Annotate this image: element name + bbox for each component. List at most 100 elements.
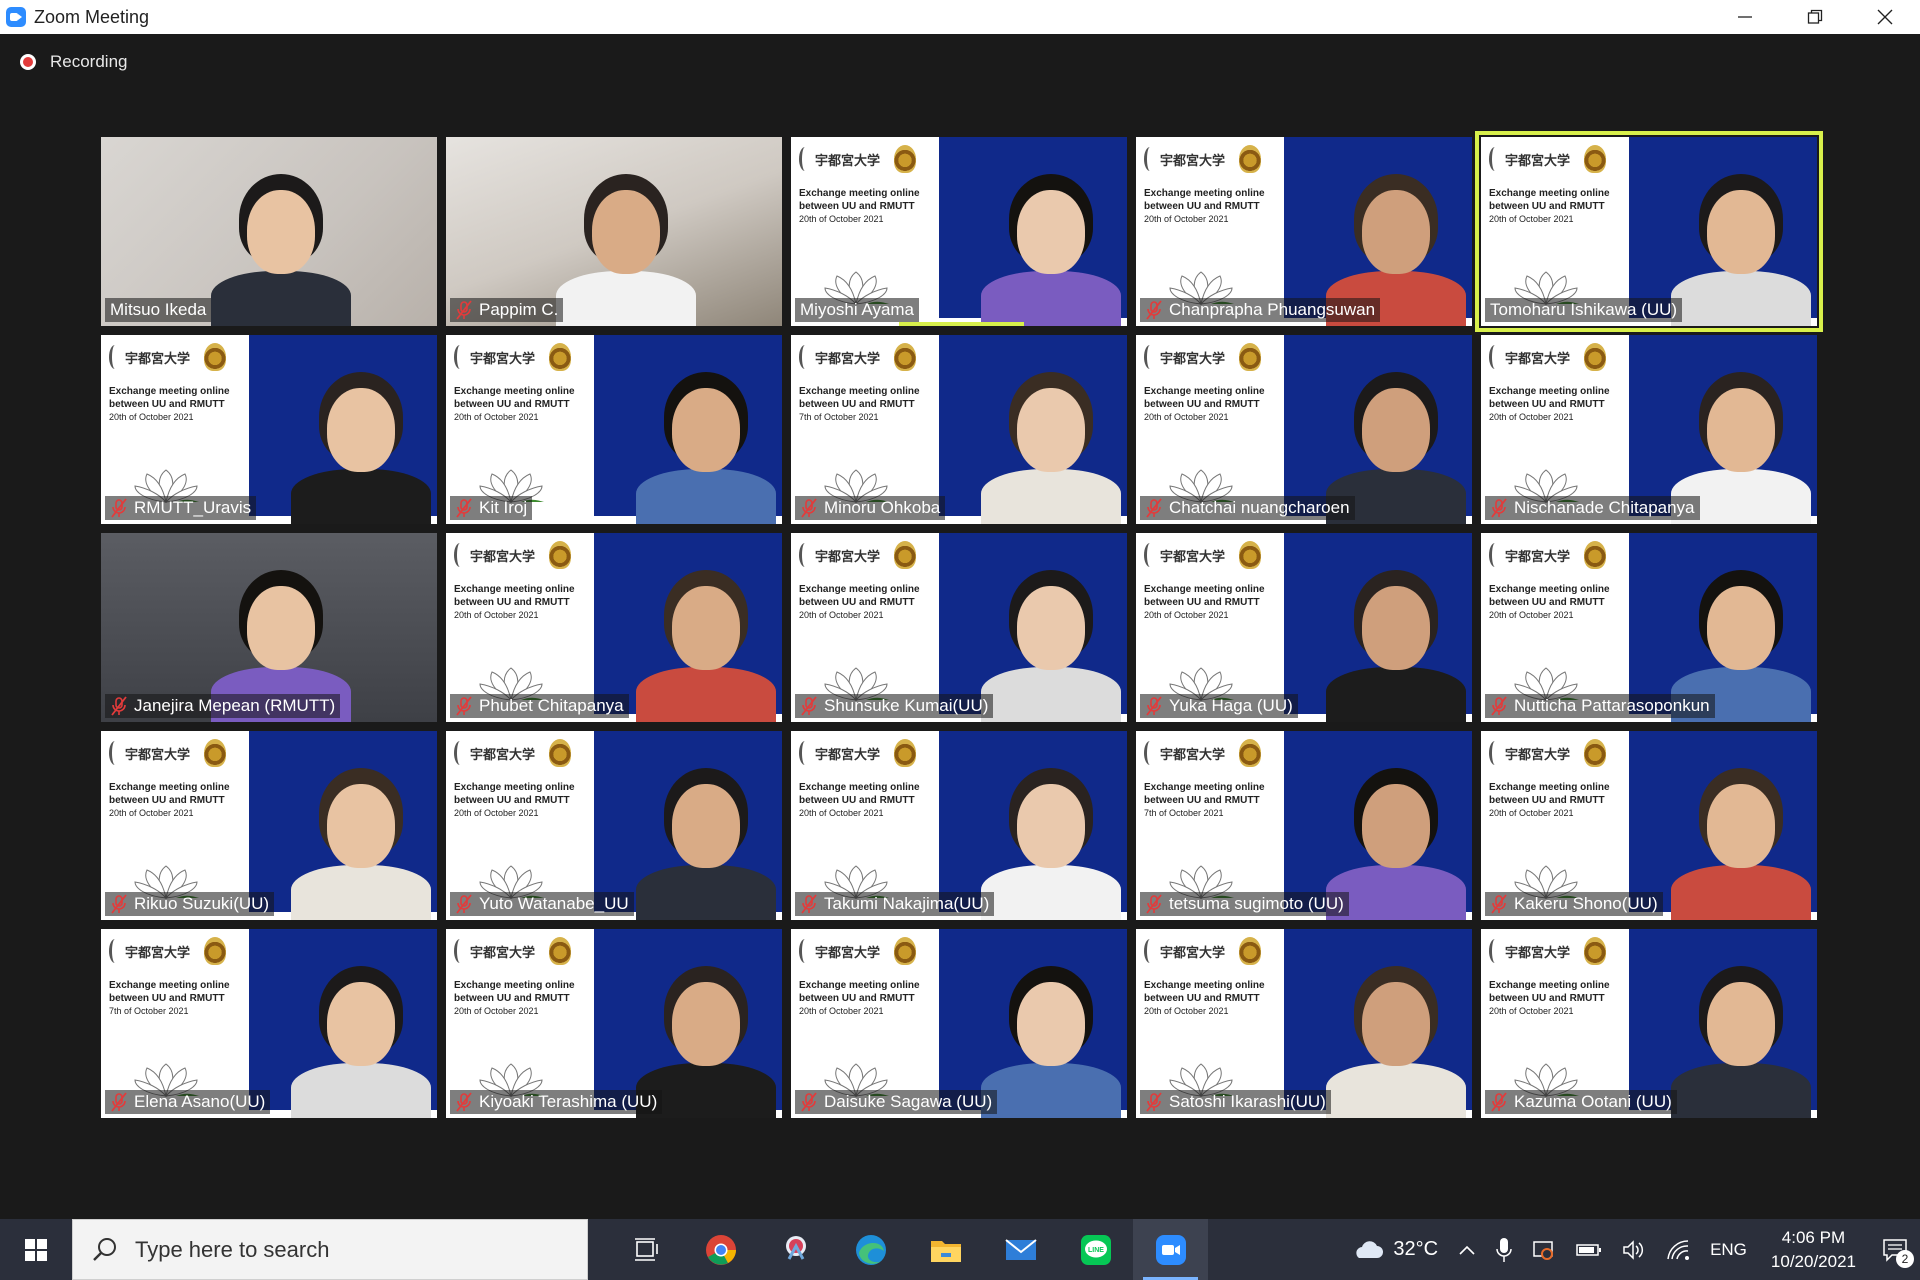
slide-date: 20th of October 2021 [454,1006,539,1016]
participant-video-tile[interactable]: 宇都宮大学 Exchange meeting online between UU a… [791,335,1127,524]
participant-video-tile[interactable]: Janejira Mepean (RMUTT) [101,533,437,722]
participant-video-tile[interactable]: 宇都宮大学 Exchange meeting online between UU a… [791,731,1127,920]
slide-date: 20th of October 2021 [799,214,884,224]
action-center-button[interactable]: 2 [1870,1219,1920,1280]
slide-date: 20th of October 2021 [109,412,194,422]
mic-muted-icon [1145,300,1163,320]
university-name: 宇都宮大学 [815,549,881,565]
task-view-button[interactable] [608,1219,683,1280]
participant-video-tile[interactable]: 宇都宮大学 Exchange meeting online between UU a… [446,731,782,920]
participant-video-tile[interactable]: 宇都宮大学 Exchange meeting online between UU a… [1481,335,1817,524]
participant-video-tile[interactable]: Mitsuo Ikeda [101,137,437,326]
start-button[interactable] [0,1219,72,1280]
file-explorer-button[interactable] [908,1219,983,1280]
slide-line-2: between UU and RMUTT [1144,201,1260,212]
participant-video-tile[interactable]: 宇都宮大学 Exchange meeting online between UU a… [1475,131,1823,332]
snip-button[interactable] [758,1219,833,1280]
participant-video [981,156,1121,326]
participant-video-tile[interactable]: 宇都宮大学 Exchange meeting online between UU a… [1481,731,1817,920]
participant-video-tile[interactable]: 宇都宮大学 Exchange meeting online between UU a… [791,929,1127,1118]
participant-name: Satoshi Ikarashi(UU) [1169,1092,1326,1111]
university-name: 宇都宮大学 [470,549,536,565]
slide-line-2: between UU and RMUTT [1489,201,1605,212]
weather-widget[interactable]: 32°C [1341,1219,1448,1280]
participant-name-tag: Kazuma Ootani (UU) [1485,1090,1677,1114]
slide-date: 20th of October 2021 [1144,1006,1229,1016]
participant-video-tile[interactable]: 宇都宮大学 Exchange meeting online between UU a… [446,533,782,722]
slide-line-1: Exchange meeting online [1144,584,1265,595]
participant-video-tile[interactable]: Pappim C. [446,137,782,326]
volume-tray-button[interactable] [1612,1219,1656,1280]
participant-video-tile[interactable]: 宇都宮大学 Exchange meeting online between UU a… [446,335,782,524]
slide-date: 20th of October 2021 [799,1006,884,1016]
rmutt-seal-icon [1239,145,1262,173]
participant-video-tile[interactable]: 宇都宮大学 Exchange meeting online between UU a… [1481,533,1817,722]
slide-date: 20th of October 2021 [1144,214,1229,224]
participant-video-tile[interactable]: 宇都宮大学 Exchange meeting online between UU a… [446,929,782,1118]
participant-video-tile[interactable]: 宇都宮大学 Exchange meeting online between UU a… [1136,335,1472,524]
taskbar-search-input[interactable]: Type here to search [72,1219,588,1280]
participant-name: Kazuma Ootani (UU) [1514,1092,1672,1111]
mail-button[interactable] [983,1219,1058,1280]
system-tray: 32°C ENG 4:06 PM 10/20/2021 2 [1341,1219,1920,1280]
university-logo-icon [1144,147,1156,171]
university-name: 宇都宮大学 [470,351,536,367]
participant-video-tile[interactable]: 宇都宮大学 Exchange meeting online between UU a… [1481,929,1817,1118]
participant-name-tag: Miyoshi Ayama [795,298,920,322]
slide-line-1: Exchange meeting online [1489,980,1610,991]
battery-tray-button[interactable] [1566,1219,1612,1280]
rmutt-seal-icon [894,739,917,767]
show-hidden-icons-button[interactable] [1448,1219,1486,1280]
participant-video-tile[interactable]: 宇都宮大学 Exchange meeting online between UU a… [1136,731,1472,920]
restore-button[interactable] [1780,0,1850,34]
taskbar-clock[interactable]: 4:06 PM 10/20/2021 [1757,1226,1870,1274]
edge-icon [855,1234,886,1265]
meeting-area: Recording Mitsuo Ikeda Pappim C. 宇都宮大学 Exch… [0,34,1920,1219]
participant-video-tile[interactable]: 宇都宮大学 Exchange meeting online between UU a… [101,335,437,524]
zoom-taskbar-button[interactable] [1133,1219,1208,1280]
rmutt-seal-icon [894,937,917,965]
minimize-button[interactable] [1710,0,1780,34]
participant-video-tile[interactable]: 宇都宮大学 Exchange meeting online between UU a… [1136,533,1472,722]
participant-video-tile[interactable]: 宇都宮大学 Exchange meeting online between UU a… [791,533,1127,722]
participant-video [636,750,776,920]
participant-name: Nutticha Pattarasoponkun [1514,696,1710,715]
rmutt-seal-icon [1584,937,1607,965]
participant-name-tag: Rikuo Suzuki(UU) [105,892,275,916]
participant-name-tag: Kiyoaki Terashima (UU) [450,1090,663,1114]
zoom-icon [1155,1234,1186,1265]
recording-indicator[interactable]: Recording [20,52,128,72]
participant-video-tile[interactable]: 宇都宮大学 Exchange meeting online between UU a… [101,731,437,920]
windows-logo-icon [25,1238,47,1261]
slide-line-1: Exchange meeting online [1489,782,1610,793]
participant-video-tile[interactable]: 宇都宮大学 Exchange meeting online between UU a… [1136,929,1472,1118]
update-tray-button[interactable] [1522,1219,1566,1280]
rmutt-seal-icon [1584,541,1607,569]
slide-line-1: Exchange meeting online [1489,584,1610,595]
line-button[interactable]: LINE [1058,1219,1133,1280]
rmutt-seal-icon [1584,343,1607,371]
rmutt-seal-icon [1584,145,1607,173]
input-language[interactable]: ENG [1700,1219,1757,1280]
participant-name-tag: Pappim C. [450,298,564,322]
chevron-up-icon [1459,1245,1475,1255]
participant-name-tag: Shunsuke Kumai(UU) [795,694,994,718]
slide-line-2: between UU and RMUTT [799,795,915,806]
participant-video-tile[interactable]: 宇都宮大学 Exchange meeting online between UU a… [791,137,1127,326]
chrome-button[interactable] [683,1219,758,1280]
slide-date: 20th of October 2021 [1489,412,1574,422]
close-button[interactable] [1850,0,1920,34]
participant-video-tile[interactable]: 宇都宮大学 Exchange meeting online between UU a… [101,929,437,1118]
university-name: 宇都宮大学 [1160,153,1226,169]
slide-line-2: between UU and RMUTT [799,993,915,1004]
participant-video [291,750,431,920]
rmutt-seal-icon [1239,541,1262,569]
slide-line-2: between UU and RMUTT [1144,993,1260,1004]
window-titlebar: Zoom Meeting [0,0,1920,34]
participant-name-tag: Kakeru Shono(UU) [1485,892,1663,916]
microphone-tray-button[interactable] [1486,1219,1522,1280]
rmutt-seal-icon [894,343,917,371]
wifi-tray-button[interactable] [1656,1219,1700,1280]
participant-video-tile[interactable]: 宇都宮大学 Exchange meeting online between UU a… [1136,137,1472,326]
edge-button[interactable] [833,1219,908,1280]
